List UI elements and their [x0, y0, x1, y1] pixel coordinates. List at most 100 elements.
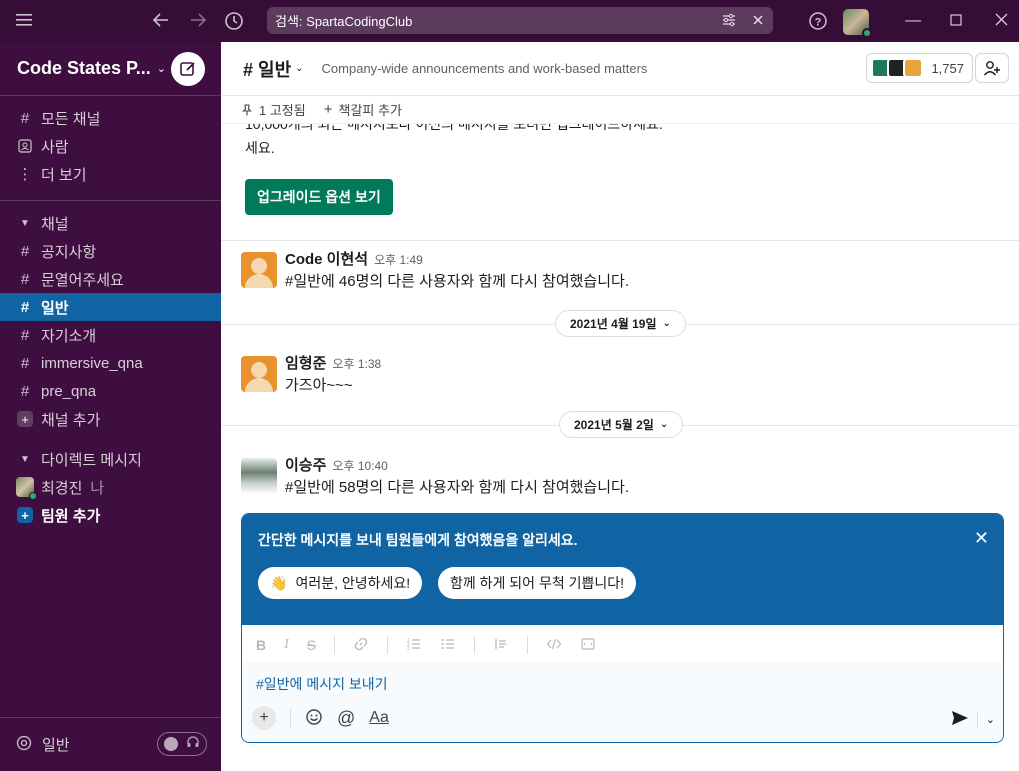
- sidebar-item-more[interactable]: ⋮ 더 보기: [0, 160, 221, 188]
- top-bar: 검색: SpartaCodingClub ? —: [0, 0, 1019, 42]
- suggestion-chip[interactable]: 👋 여러분, 안녕하세요!: [258, 567, 423, 599]
- upgrade-options-button[interactable]: 업그레이드 옵션 보기: [245, 179, 393, 215]
- message-author[interactable]: Code 이현석: [285, 251, 368, 268]
- hash-icon: #: [20, 270, 30, 288]
- sidebar-item-channel[interactable]: # 문열어주세요: [0, 265, 221, 293]
- compose-button[interactable]: [171, 52, 205, 86]
- chevron-down-icon[interactable]: ⌄: [295, 63, 303, 74]
- add-people-button[interactable]: [975, 53, 1009, 83]
- mention-icon[interactable]: @: [337, 708, 355, 729]
- add-member-button[interactable]: + 팀원 추가: [0, 501, 221, 529]
- channel-label: 공지사항: [41, 243, 97, 261]
- message-composer: 간단한 메시지를 보내 팀원들에게 참여했음을 알리세요. ✕ 👋 여러분, 안…: [241, 513, 1004, 743]
- message-time[interactable]: 오후 1:49: [374, 253, 423, 267]
- bold-icon[interactable]: B: [256, 637, 266, 653]
- dm-user-label: 최경진: [41, 479, 83, 497]
- message-input[interactable]: #일반에 메시지 보내기 + @ Aa ⌄: [242, 662, 1003, 742]
- hash-icon: #: [20, 298, 30, 316]
- strikethrough-icon[interactable]: S: [307, 637, 316, 653]
- maximize-icon[interactable]: [950, 13, 962, 31]
- message-author[interactable]: 이승주: [285, 457, 326, 474]
- message-text: 가즈아~~~: [285, 377, 353, 394]
- text-format-icon[interactable]: Aa: [369, 709, 389, 727]
- sidebar-item-channel[interactable]: # pre_qna: [0, 377, 221, 405]
- chevron-down-icon[interactable]: ⌄: [986, 713, 995, 726]
- headset-icon: [16, 735, 32, 755]
- chip-label: 여러분, 안녕하세요!: [295, 575, 411, 591]
- channel-topic[interactable]: Company-wide announcements and work-base…: [322, 61, 648, 76]
- history-limit-notice: 10,000개의 최근 메시지보다 이전의 메시지를 보려면 업그레이드하세요.…: [245, 124, 1005, 160]
- channel-name[interactable]: # 일반: [243, 56, 291, 82]
- bullet-list-icon[interactable]: [440, 636, 456, 655]
- hash-icon: #: [20, 242, 30, 260]
- sidebar-item-dm[interactable]: 최경진 나: [0, 473, 221, 501]
- search-input[interactable]: 검색: SpartaCodingClub: [267, 7, 773, 34]
- message-list: 10,000개의 최근 메시지보다 이전의 메시지를 보려면 업그레이드하세요.…: [221, 124, 1019, 504]
- menu-icon[interactable]: [16, 13, 32, 27]
- message-text: #일반에 46명의 다른 사용자와 함께 다시 참여했습니다.: [285, 273, 630, 290]
- dm-you-label: 나: [90, 479, 105, 497]
- sidebar: Code States P... ⌄ # 모든 채널 사람 ⋮ 더 보기 ▼ 채…: [0, 42, 221, 771]
- sidebar-item-people[interactable]: 사람: [0, 132, 221, 160]
- channels-section-header[interactable]: ▼ 채널: [0, 209, 221, 237]
- avatar[interactable]: [241, 356, 277, 392]
- message-time[interactable]: 오후 10:40: [332, 459, 387, 473]
- sidebar-item-channel[interactable]: # 자기소개: [0, 321, 221, 349]
- sidebar-item-channel[interactable]: # immersive_qna: [0, 349, 221, 377]
- add-bookmark-button[interactable]: + 책갈피 추가: [324, 100, 402, 119]
- attach-plus-icon[interactable]: +: [252, 706, 276, 730]
- date-label: 2021년 4월 19일: [570, 317, 657, 331]
- ordered-list-icon[interactable]: 123: [406, 636, 422, 655]
- message-author[interactable]: 임형준: [285, 355, 326, 372]
- notice-line: 세요.: [245, 140, 275, 156]
- add-bookmark-label: 책갈피 추가: [338, 103, 402, 118]
- add-channel-button[interactable]: + 채널 추가: [0, 405, 221, 433]
- date-divider-button[interactable]: 2021년 4월 19일 ⌄: [555, 310, 686, 337]
- workspace-header[interactable]: Code States P... ⌄: [0, 42, 221, 96]
- user-avatar[interactable]: [843, 9, 872, 38]
- suggestion-chip[interactable]: 함께 하게 되어 무척 기쁩니다!: [438, 567, 637, 599]
- toggle-knob: [164, 737, 178, 751]
- help-icon[interactable]: ?: [808, 11, 828, 31]
- member-avatar: [903, 58, 924, 78]
- toolbar-separator: [334, 636, 336, 654]
- sidebar-item-all-channels[interactable]: # 모든 채널: [0, 104, 221, 132]
- date-divider-button[interactable]: 2021년 5월 2일 ⌄: [559, 411, 684, 438]
- toolbar-separator: [474, 636, 476, 654]
- emoji-icon[interactable]: [305, 708, 323, 729]
- avatar[interactable]: [241, 458, 277, 494]
- online-status-icon: [862, 28, 872, 38]
- section-label: 다이렉트 메시지: [41, 451, 142, 469]
- channel-header: # 일반 ⌄ Company-wide announcements and wo…: [221, 42, 1019, 96]
- sidebar-item-channel-active[interactable]: # 일반: [0, 293, 221, 321]
- link-icon[interactable]: [353, 636, 369, 655]
- send-icon[interactable]: [951, 710, 969, 729]
- message-time[interactable]: 오후 1:38: [332, 357, 381, 371]
- close-window-icon[interactable]: [995, 13, 1008, 31]
- dm-section-header[interactable]: ▼ 다이렉트 메시지: [0, 445, 221, 473]
- code-block-icon[interactable]: [580, 636, 596, 655]
- filter-icon[interactable]: [721, 12, 737, 31]
- sidebar-item-channel[interactable]: # 공지사항: [0, 237, 221, 265]
- close-icon[interactable]: ✕: [974, 528, 989, 549]
- history-icon[interactable]: [224, 11, 244, 31]
- avatar[interactable]: [241, 252, 277, 288]
- pinned-button[interactable]: 1 고정됨: [241, 100, 306, 119]
- channels-icon: #: [20, 109, 30, 127]
- composer-tools: + @ Aa: [252, 706, 389, 730]
- message-text: #일반에 58명의 다른 사용자와 함께 다시 참여했습니다.: [285, 479, 630, 496]
- forward-arrow-icon[interactable]: [189, 12, 207, 28]
- bookmark-bar: 1 고정됨 + 책갈피 추가: [221, 96, 1019, 124]
- blockquote-icon[interactable]: [493, 636, 509, 655]
- clear-search-icon[interactable]: [751, 12, 765, 31]
- italic-icon[interactable]: I: [284, 637, 289, 653]
- add-channel-label: 채널 추가: [41, 411, 101, 429]
- plus-icon: +: [16, 411, 34, 427]
- toolbar-separator: [527, 636, 529, 654]
- people-icon: [16, 139, 34, 153]
- member-count-button[interactable]: 1,757: [866, 53, 973, 83]
- huddle-toggle[interactable]: [157, 732, 207, 756]
- back-arrow-icon[interactable]: [152, 12, 170, 28]
- minimize-icon[interactable]: —: [905, 12, 921, 30]
- code-icon[interactable]: [546, 636, 562, 655]
